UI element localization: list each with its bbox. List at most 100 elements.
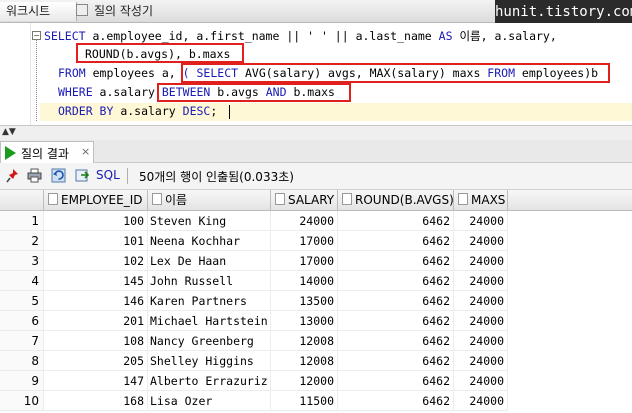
row-number[interactable]: 5 — [0, 291, 44, 311]
cell-name[interactable]: Neena Kochhar — [148, 231, 271, 251]
cell-salary[interactable]: 12008 — [271, 331, 338, 351]
table-row[interactable]: 4 145 John Russell 14000 6462 24000 — [0, 271, 632, 291]
row-number[interactable]: 6 — [0, 311, 44, 331]
cell-employee-id[interactable]: 168 — [44, 391, 148, 411]
cell-maxs[interactable]: 24000 — [454, 391, 508, 411]
column-header-employee-id[interactable]: EMPLOYEE_ID — [44, 190, 148, 210]
table-row[interactable]: 9 147 Alberto Errazuriz 12000 6462 24000 — [0, 371, 632, 391]
splitter-arrows-icon[interactable]: ▲▼ — [2, 126, 16, 139]
cell-employee-id[interactable]: 100 — [44, 211, 148, 231]
column-header-maxs[interactable]: MAXS — [454, 190, 508, 210]
column-header-name[interactable]: 이름 — [148, 190, 271, 210]
cell-maxs[interactable]: 24000 — [454, 311, 508, 331]
print-icon[interactable] — [27, 168, 42, 183]
table-row[interactable]: 1 100 Steven King 24000 6462 24000 — [0, 211, 632, 231]
export-icon[interactable] — [75, 168, 90, 183]
cell-maxs[interactable]: 24000 — [454, 331, 508, 351]
cell-maxs[interactable]: 24000 — [454, 351, 508, 371]
cell-salary[interactable]: 17000 — [271, 251, 338, 271]
cell-name[interactable]: Lex De Haan — [148, 251, 271, 271]
cell-name[interactable]: John Russell — [148, 271, 271, 291]
row-number[interactable]: 1 — [0, 211, 44, 231]
column-type-icon — [48, 193, 58, 205]
cell-employee-id[interactable]: 146 — [44, 291, 148, 311]
column-header-salary[interactable]: SALARY — [271, 190, 338, 210]
refresh-icon[interactable] — [51, 168, 66, 183]
sql-editor[interactable]: − SELECT a.employee_id, a.first_name || … — [0, 23, 632, 125]
column-type-icon — [275, 193, 285, 205]
play-icon — [5, 146, 16, 160]
table-row[interactable]: 6 201 Michael Hartstein 13000 6462 24000 — [0, 311, 632, 331]
tab-query-builder[interactable]: 질의 작성기 — [70, 2, 159, 21]
cell-maxs[interactable]: 24000 — [454, 231, 508, 251]
cell-name[interactable]: Alberto Errazuriz — [148, 371, 271, 391]
cell-employee-id[interactable]: 102 — [44, 251, 148, 271]
cell-maxs[interactable]: 24000 — [454, 291, 508, 311]
cell-name[interactable]: Lisa Ozer — [148, 391, 271, 411]
highlight-box-subquery — [181, 63, 610, 83]
cell-name[interactable]: Nancy Greenberg — [148, 331, 271, 351]
cell-round-avgs[interactable]: 6462 — [338, 271, 454, 291]
tab-worksheet[interactable]: 워크시트 — [0, 2, 77, 21]
row-number[interactable]: 4 — [0, 271, 44, 291]
pin-icon[interactable] — [6, 168, 21, 183]
cell-maxs[interactable]: 24000 — [454, 251, 508, 271]
line-gutter — [0, 23, 31, 125]
cell-round-avgs[interactable]: 6462 — [338, 231, 454, 251]
row-number[interactable]: 10 — [0, 391, 44, 411]
results-tab-bar: 질의 결과 × — [0, 140, 632, 163]
cell-name[interactable]: Shelley Higgins — [148, 351, 271, 371]
row-number[interactable]: 8 — [0, 351, 44, 371]
row-number[interactable]: 2 — [0, 231, 44, 251]
cell-employee-id[interactable]: 101 — [44, 231, 148, 251]
sql-button[interactable]: SQL — [96, 168, 120, 182]
pane-splitter[interactable]: ▲▼ — [0, 125, 632, 141]
cell-round-avgs[interactable]: 6462 — [338, 371, 454, 391]
row-number-header — [0, 190, 44, 210]
cell-round-avgs[interactable]: 6462 — [338, 351, 454, 371]
code-line-1: SELECT a.employee_id, a.first_name || ' … — [44, 29, 557, 43]
query-builder-icon — [76, 4, 88, 16]
cell-salary[interactable]: 11500 — [271, 391, 338, 411]
cell-round-avgs[interactable]: 6462 — [338, 251, 454, 271]
cell-round-avgs[interactable]: 6462 — [338, 331, 454, 351]
cell-maxs[interactable]: 24000 — [454, 211, 508, 231]
cell-maxs[interactable]: 24000 — [454, 271, 508, 291]
row-number[interactable]: 3 — [0, 251, 44, 271]
results-grid[interactable]: EMPLOYEE_ID 이름 SALARY ROUND(B.AVGS) MAXS… — [0, 190, 632, 413]
column-header-round-avgs[interactable]: ROUND(B.AVGS) — [338, 190, 454, 210]
table-row[interactable]: 2 101 Neena Kochhar 17000 6462 24000 — [0, 231, 632, 251]
table-row[interactable]: 3 102 Lex De Haan 17000 6462 24000 — [0, 251, 632, 271]
cell-maxs[interactable]: 24000 — [454, 371, 508, 391]
cell-salary[interactable]: 24000 — [271, 211, 338, 231]
tab-query-result[interactable]: 질의 결과 × — [0, 141, 94, 163]
cell-salary[interactable]: 13000 — [271, 311, 338, 331]
cell-name[interactable]: Steven King — [148, 211, 271, 231]
column-type-icon — [342, 193, 352, 205]
cell-salary[interactable]: 13500 — [271, 291, 338, 311]
table-row[interactable]: 10 168 Lisa Ozer 11500 6462 24000 — [0, 391, 632, 411]
row-number[interactable]: 9 — [0, 371, 44, 391]
cell-round-avgs[interactable]: 6462 — [338, 311, 454, 331]
cell-name[interactable]: Michael Hartstein — [148, 311, 271, 331]
cell-employee-id[interactable]: 145 — [44, 271, 148, 291]
table-row[interactable]: 8 205 Shelley Higgins 12008 6462 24000 — [0, 351, 632, 371]
cell-employee-id[interactable]: 108 — [44, 331, 148, 351]
column-type-icon — [458, 193, 468, 205]
cell-name[interactable]: Karen Partners — [148, 291, 271, 311]
cell-salary[interactable]: 17000 — [271, 231, 338, 251]
close-tab-icon[interactable]: × — [81, 145, 90, 158]
table-row[interactable]: 7 108 Nancy Greenberg 12008 6462 24000 — [0, 331, 632, 351]
table-row[interactable]: 5 146 Karen Partners 13500 6462 24000 — [0, 291, 632, 311]
cell-round-avgs[interactable]: 6462 — [338, 211, 454, 231]
cell-employee-id[interactable]: 147 — [44, 371, 148, 391]
cell-round-avgs[interactable]: 6462 — [338, 291, 454, 311]
cell-salary[interactable]: 14000 — [271, 271, 338, 291]
cell-round-avgs[interactable]: 6462 — [338, 391, 454, 411]
cell-salary[interactable]: 12000 — [271, 371, 338, 391]
row-number[interactable]: 7 — [0, 331, 44, 351]
cell-employee-id[interactable]: 201 — [44, 311, 148, 331]
cell-salary[interactable]: 12008 — [271, 351, 338, 371]
cell-employee-id[interactable]: 205 — [44, 351, 148, 371]
fetch-status: 50개의 행이 인출됨(0.033초) — [139, 170, 294, 184]
